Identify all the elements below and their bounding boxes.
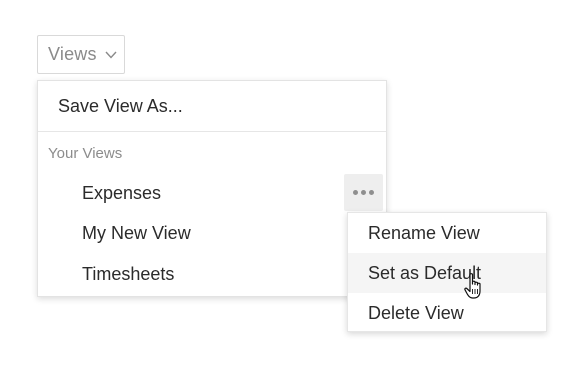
hand-pointer-icon (464, 273, 481, 299)
views-dropdown-button[interactable]: Views (37, 35, 125, 74)
view-item-label: My New View (82, 222, 191, 243)
views-button-label: Views (48, 44, 97, 64)
view-item-my-new-view[interactable]: My New View (38, 213, 386, 253)
more-horizontal-icon (369, 190, 374, 195)
more-options-button[interactable] (344, 174, 383, 211)
set-as-default-item[interactable]: Set as Default (348, 253, 546, 293)
delete-view-item[interactable]: Delete View (348, 293, 546, 333)
view-item-label: Expenses (82, 182, 162, 203)
views-menu-stage: Views Save View As... Your Views Expense… (0, 0, 583, 368)
view-options-submenu: Rename View Set as Default Delete View (347, 212, 547, 332)
rename-view-item[interactable]: Rename View (348, 213, 546, 253)
more-horizontal-icon (361, 190, 366, 195)
view-item-label: Timesheets (82, 263, 175, 284)
view-item-timesheets[interactable]: Timesheets (38, 254, 386, 294)
menu-divider (38, 131, 386, 132)
chevron-down-icon (105, 49, 117, 61)
more-horizontal-icon (353, 190, 358, 195)
view-item-expenses[interactable]: Expenses (38, 173, 386, 213)
views-dropdown-menu: Save View As... Your Views Expenses My N… (37, 80, 387, 297)
your-views-section-label: Your Views (48, 145, 123, 162)
save-view-as-item[interactable]: Save View As... (38, 81, 386, 131)
